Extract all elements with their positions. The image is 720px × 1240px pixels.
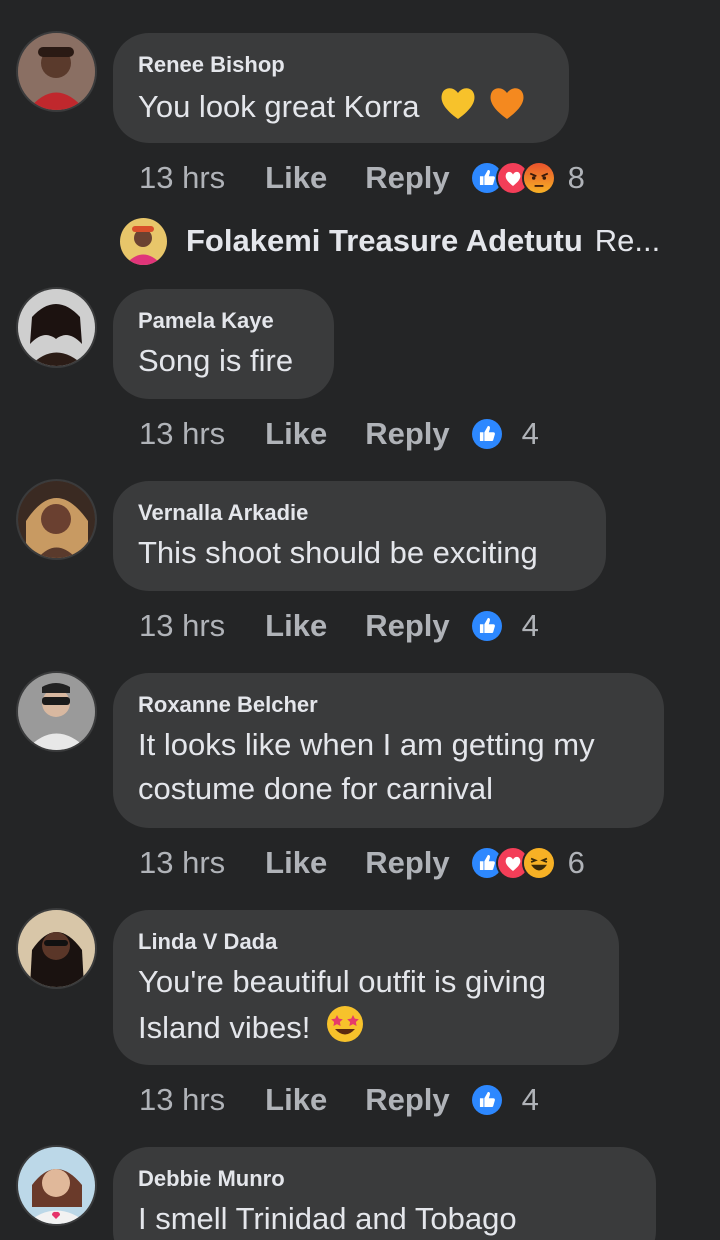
like-button[interactable]: Like — [265, 845, 327, 881]
comment-actions: 13 hrs Like Reply 4 — [139, 606, 539, 646]
comment-actions: 13 hrs Like Reply 4 — [139, 414, 539, 454]
reactions-summary[interactable]: 6 — [469, 845, 585, 881]
comment-bubble[interactable]: Debbie Munro I smell Trinidad and Tobago — [113, 1147, 656, 1240]
reply-button[interactable]: Reply — [365, 608, 449, 644]
comment-timestamp[interactable]: 13 hrs — [139, 160, 225, 196]
like-button[interactable]: Like — [265, 416, 327, 452]
like-button[interactable]: Like — [265, 608, 327, 644]
reactions-summary[interactable]: 4 — [469, 416, 539, 452]
comment-author[interactable]: Pamela Kaye — [138, 307, 308, 335]
avatar[interactable] — [18, 33, 95, 110]
comment-text-line: It looks like when I am getting my — [138, 727, 595, 762]
comment-author[interactable]: Renee Bishop — [138, 51, 543, 79]
reply-snippet: Re... — [594, 223, 661, 258]
reply-button[interactable]: Reply — [365, 416, 449, 452]
avatar[interactable] — [18, 481, 95, 558]
comment-text-content: Island vibes! — [138, 1010, 311, 1045]
reaction-count: 8 — [567, 160, 585, 195]
comment-text: You look great Korra — [138, 83, 543, 129]
comment-bubble[interactable]: Renee Bishop You look great Korra — [113, 33, 569, 143]
comment-author[interactable]: Vernalla Arkadie — [138, 499, 580, 527]
avatar[interactable] — [18, 673, 95, 750]
like-reaction-icon — [469, 609, 504, 643]
yellow-heart-icon — [441, 88, 475, 119]
reply-button[interactable]: Reply — [365, 845, 449, 881]
comment-bubble[interactable]: Vernalla Arkadie This shoot should be ex… — [113, 481, 606, 591]
comments-feed: Renee Bishop You look great Korra 13 hrs… — [0, 0, 720, 1240]
comment-text: Island vibes! — [138, 1004, 593, 1050]
reply-preview[interactable]: Folakemi Treasure Adetutu Re... — [120, 216, 660, 266]
avatar[interactable] — [120, 217, 167, 265]
reply-button[interactable]: Reply — [365, 160, 449, 196]
reply-button[interactable]: Reply — [365, 1082, 449, 1118]
reply-author[interactable]: Folakemi Treasure Adetutu — [186, 223, 583, 259]
comment-timestamp[interactable]: 13 hrs — [139, 608, 225, 644]
comment-text-line: costume done for carnival — [138, 771, 493, 806]
comment-author[interactable]: Roxanne Belcher — [138, 691, 638, 719]
reaction-count: 4 — [521, 416, 539, 451]
comment-timestamp[interactable]: 13 hrs — [139, 416, 225, 452]
comment-timestamp[interactable]: 13 hrs — [139, 1082, 225, 1118]
orange-heart-icon — [490, 88, 524, 119]
star-struck-emoji-icon — [326, 1006, 363, 1042]
reaction-count: 4 — [521, 1082, 539, 1117]
avatar[interactable] — [18, 289, 95, 366]
comment-timestamp[interactable]: 13 hrs — [139, 845, 225, 881]
reactions-summary[interactable]: 8 — [469, 160, 585, 196]
angry-reaction-icon — [521, 161, 556, 195]
comment-text: Song is fire — [138, 343, 294, 378]
comment-text-line: You're beautiful outfit is giving — [138, 964, 547, 999]
comment-author[interactable]: Linda V Dada — [138, 928, 593, 956]
avatar[interactable] — [18, 910, 95, 987]
reactions-summary[interactable]: 4 — [469, 608, 539, 644]
like-reaction-icon — [469, 1083, 504, 1117]
like-button[interactable]: Like — [265, 160, 327, 196]
reaction-count: 6 — [567, 845, 585, 880]
reactions-summary[interactable]: 4 — [469, 1082, 539, 1118]
comment-bubble[interactable]: Pamela Kaye Song is fire — [113, 289, 334, 399]
comment-author[interactable]: Debbie Munro — [138, 1165, 630, 1193]
comment-actions: 13 hrs Like Reply 4 — [139, 1080, 539, 1120]
comment-bubble[interactable]: Linda V Dada You're beautiful outfit is … — [113, 910, 619, 1065]
haha-reaction-icon — [521, 846, 556, 880]
reaction-count: 4 — [521, 608, 539, 643]
comment-actions: 13 hrs Like Reply 6 — [139, 843, 585, 883]
comment-text: This shoot should be exciting — [138, 535, 538, 570]
avatar[interactable] — [18, 1147, 95, 1224]
comment-text: I smell Trinidad and Tobago — [138, 1201, 517, 1236]
comment-actions: 13 hrs Like Reply 8 — [139, 158, 585, 198]
like-button[interactable]: Like — [265, 1082, 327, 1118]
comment-bubble[interactable]: Roxanne Belcher It looks like when I am … — [113, 673, 664, 828]
comment-text-content: You look great Korra — [138, 89, 420, 124]
like-reaction-icon — [469, 417, 504, 451]
